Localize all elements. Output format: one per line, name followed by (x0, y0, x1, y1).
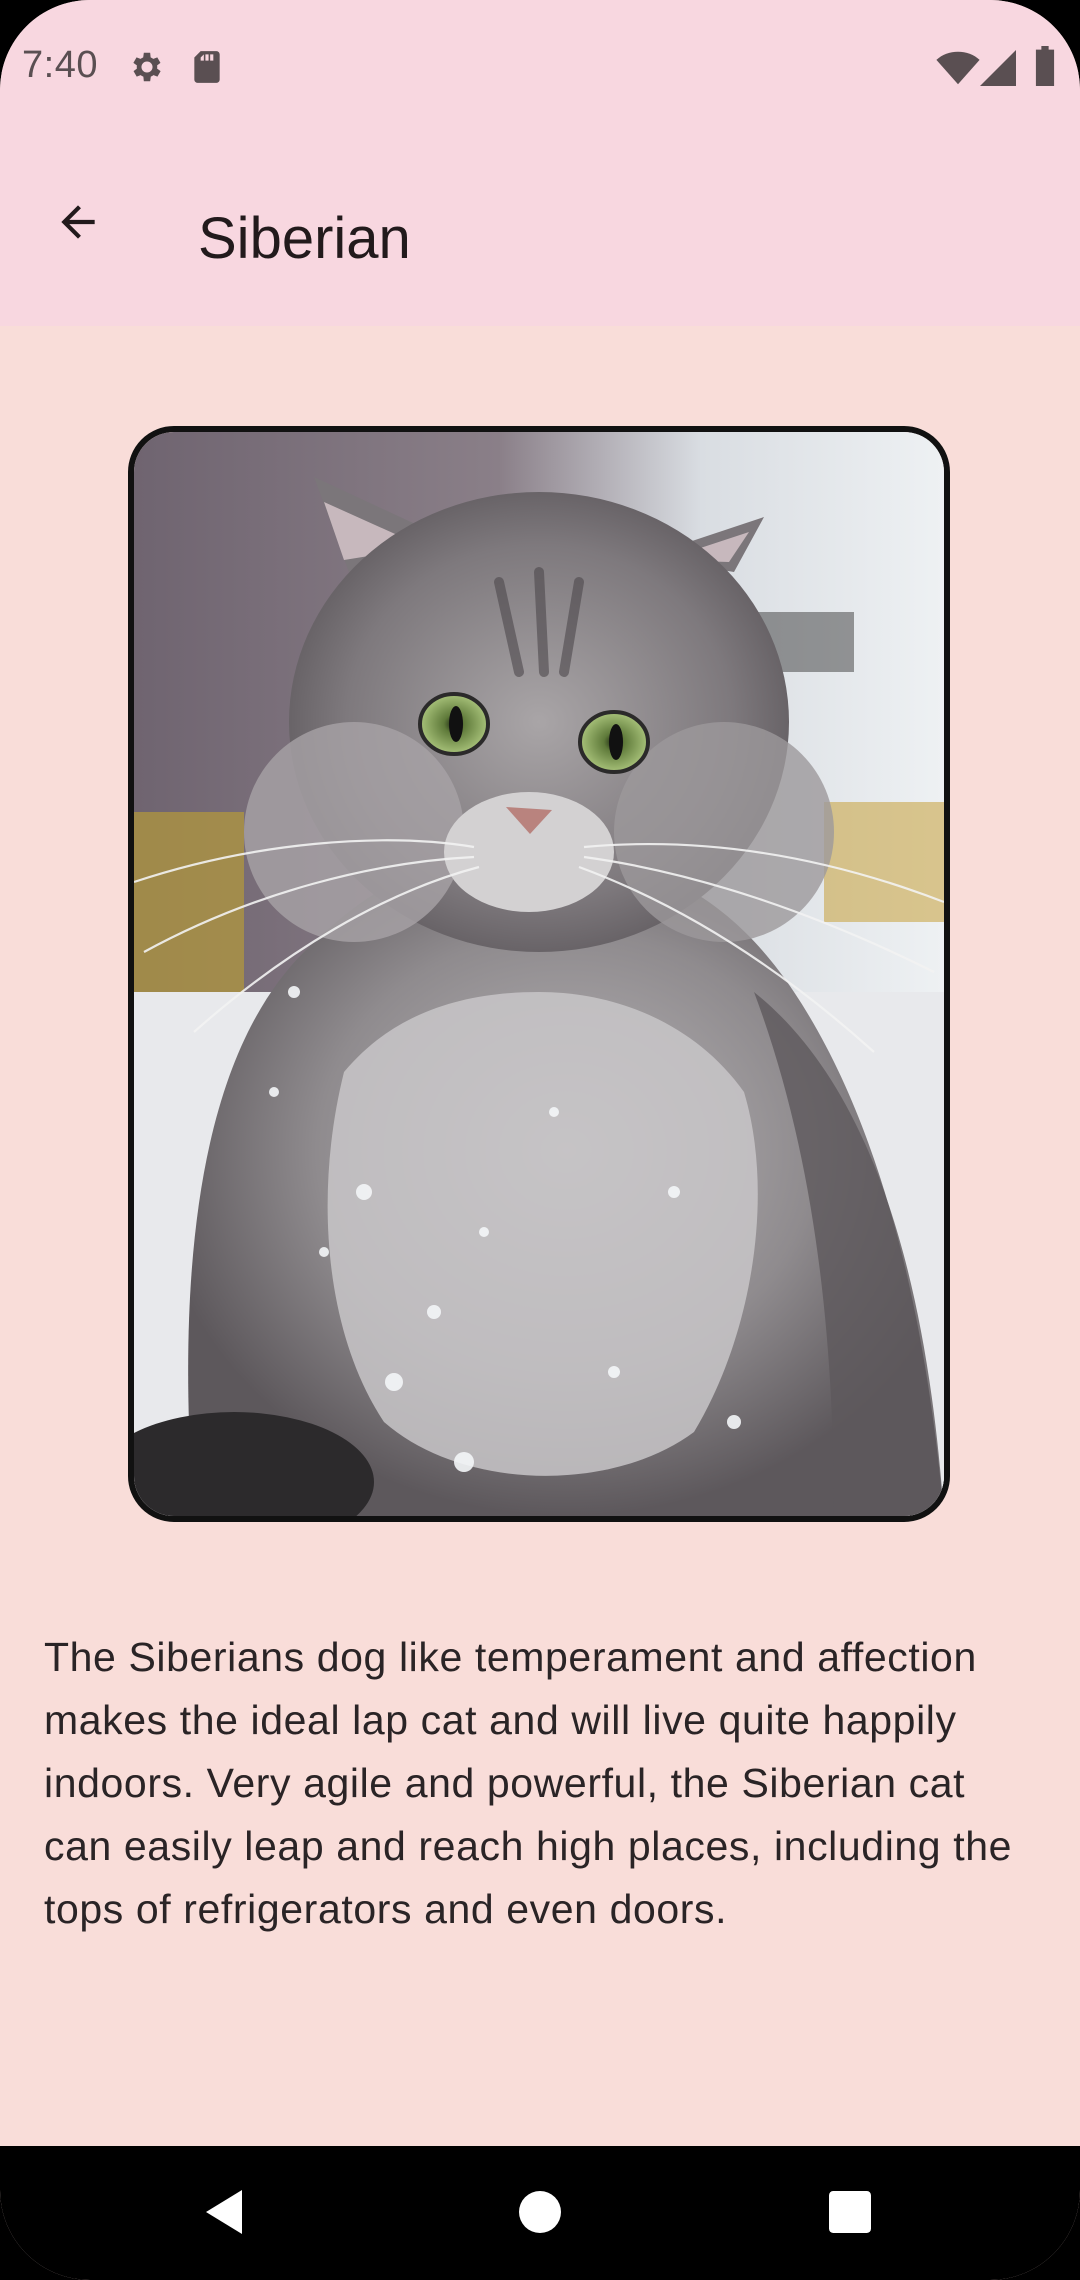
page-title: Siberian (198, 206, 411, 271)
arrow-left-icon (53, 197, 103, 252)
back-triangle-icon (206, 2189, 246, 2239)
status-bar: 7:40 (0, 0, 1080, 134)
nav-back-button[interactable] (194, 2182, 258, 2246)
app-bar: Siberian (0, 134, 1080, 326)
nav-home-button[interactable] (508, 2182, 572, 2246)
nav-recents-button[interactable] (818, 2182, 882, 2246)
signal-icon (980, 50, 1016, 91)
wifi-icon (936, 50, 980, 91)
cat-photo (128, 426, 950, 1522)
status-time: 7:40 (22, 44, 98, 86)
siberian-cat-illustration (134, 432, 944, 1516)
system-nav-bar (0, 2146, 1080, 2280)
battery-icon (1034, 46, 1056, 91)
sd-card-icon (190, 48, 224, 91)
phone-screen: 7:40 Siberian The Siberians dog like tem… (0, 0, 1080, 2280)
gear-icon (128, 48, 166, 91)
back-button[interactable] (40, 186, 116, 262)
content-area: The Siberians dog like temperament and a… (0, 326, 1080, 2146)
recents-square-icon (829, 2190, 871, 2238)
breed-description: The Siberians dog like temperament and a… (44, 1634, 1012, 1932)
home-circle-icon (519, 2190, 561, 2238)
